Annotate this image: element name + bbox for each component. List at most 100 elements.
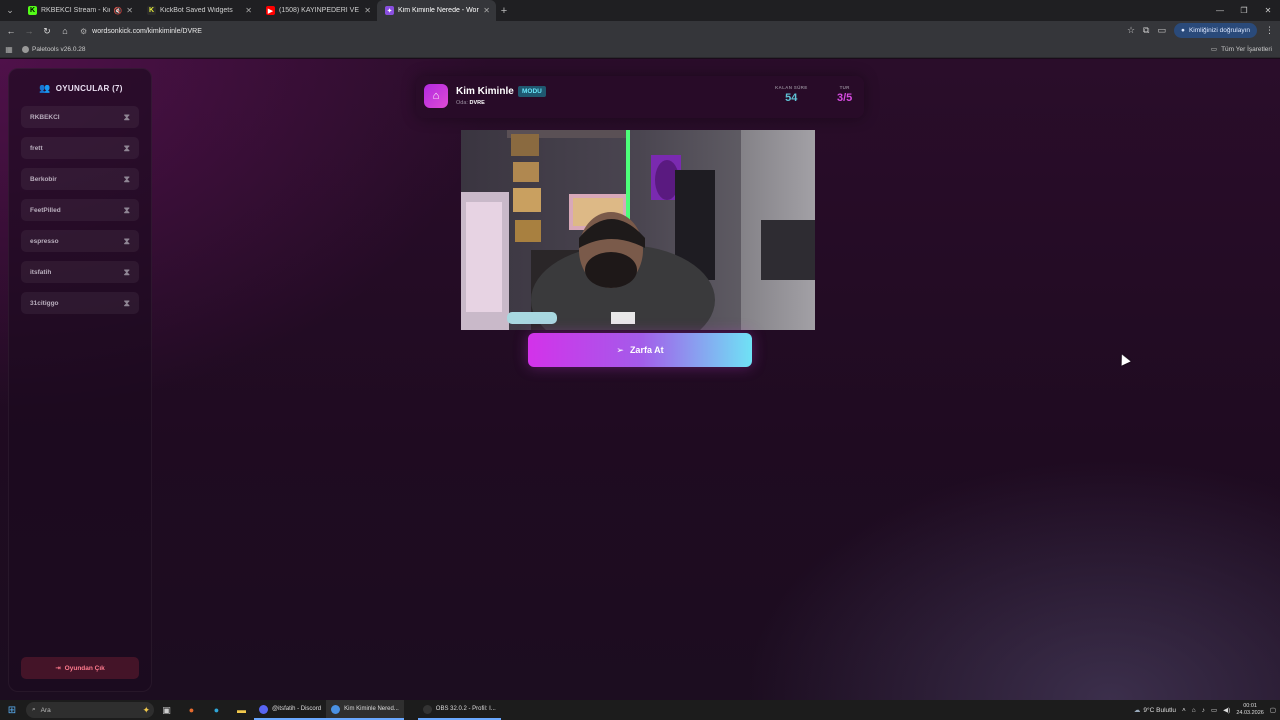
display-icon[interactable]: ▭ (1211, 706, 1217, 714)
player-row: 31citiggo ⧗ (21, 292, 139, 314)
game-header: ⌂ Kim Kiminle MODU Oda: DVRE KALAN SÜRE … (416, 76, 864, 118)
search-icon: ⌕ (32, 706, 36, 713)
browser-tab[interactable]: K RKBEKCI Stream - Kick Dash 🔇✕ (20, 0, 139, 21)
taskbar-app[interactable]: Kim Kiminle Nered... (326, 700, 404, 720)
browser-tab[interactable]: ✦ Kim Kiminle Nerede - Words O ✕ (377, 0, 496, 21)
room-info: Oda: DVRE (456, 100, 485, 106)
player-name: espresso (30, 237, 59, 245)
tab-close-icon[interactable]: ✕ (245, 6, 252, 15)
send-envelope-button[interactable]: ➢ Zarfa At (528, 333, 752, 367)
tab-search-icon[interactable]: ⌄ (0, 0, 20, 21)
windows-start-icon[interactable]: ⊞ (0, 705, 24, 716)
taskbar-app-label: OBS 32.0.2 - Profil: I... (435, 706, 496, 712)
hourglass-icon: ⧗ (123, 142, 130, 153)
app-icon (331, 704, 341, 714)
player-name: itsfatih (30, 268, 52, 276)
room-code: DVRE (469, 100, 485, 106)
cast-icon[interactable]: ▭ (1157, 25, 1166, 36)
folder-icon: ▭ (1210, 46, 1218, 53)
search-placeholder: Ara (40, 706, 51, 714)
bookmarks-bar: ▦ Paletools v26.0.28 ▭ Tüm Yer İşaretler… (0, 41, 1280, 58)
stat-time-left: KALAN SÜRE 54 (775, 85, 808, 104)
mouse-cursor-icon (1117, 352, 1131, 366)
player-row: frett ⧗ (21, 137, 139, 159)
tab-favicon-icon: K (147, 6, 156, 15)
players-sidebar: 👥 OYUNCULAR (7) RKBEKCI ⧗ frett ⧗ Berkobir ⧗ F… (8, 68, 152, 692)
tab-muted-icon[interactable]: 🔇 (114, 7, 123, 15)
leave-game-button[interactable]: ⇥ Oyundan Çık (21, 657, 139, 679)
taskbar-search[interactable]: ⌕ Ara ✦ (26, 702, 154, 718)
tab-title: Kim Kiminle Nerede - Words O (398, 7, 479, 14)
notifications-icon[interactable]: ▢ (1270, 706, 1276, 714)
restore-icon[interactable]: ❐ (1232, 0, 1256, 21)
firefox-icon[interactable]: ● (179, 705, 204, 715)
bookmark-star-icon[interactable]: ☆ (1127, 25, 1135, 36)
taskbar-app[interactable]: @itsfatih - Discord (254, 700, 327, 720)
task-view-icon[interactable]: ▣ (154, 705, 179, 716)
mic-icon[interactable]: ♪ (1202, 707, 1205, 714)
taskbar-app-label: Kim Kiminle Nered... (344, 706, 399, 712)
stat-value: 3/5 (837, 92, 853, 104)
forward-icon[interactable]: → (20, 26, 38, 36)
taskbar-apps: @itsfatih - Discord Kim Kiminle Nered... O… (254, 700, 501, 720)
cloud-icon: ☁ (1133, 707, 1141, 714)
search-highlight-icon: ✦ (142, 704, 150, 715)
mode-badge: MODU (518, 86, 546, 97)
site-info-icon[interactable]: ⚙ (80, 27, 87, 36)
game-logo-icon: ⌂ (424, 84, 448, 108)
close-window-icon[interactable]: ✕ (1256, 0, 1280, 21)
player-name: RKBEKCI (30, 113, 60, 121)
browser-tab[interactable]: ▶ (1508) KAYINPEDERİ VE KOCAS ✕ (258, 0, 377, 21)
player-row: RKBEKCI ⧗ (21, 106, 139, 128)
all-bookmarks-label: Tüm Yer İşaretleri (1221, 45, 1272, 53)
page-content: 👥 OYUNCULAR (7) RKBEKCI ⧗ frett ⧗ Berkobir ⧗ F… (0, 59, 1280, 700)
new-tab-icon[interactable]: + (496, 5, 512, 17)
back-icon[interactable]: ← (2, 26, 20, 36)
hourglass-icon: ⧗ (123, 297, 130, 308)
hourglass-icon: ⧗ (123, 235, 130, 246)
browser-tab-strip: ⌄ KRKBEKCI Stream - Kick Dash🔇✕ K KickBot … (0, 0, 1280, 21)
bookmark-label: Paletools v26.0.28 (32, 45, 86, 53)
webcam-image (461, 130, 815, 330)
clock-date: 24.03.2026 (1236, 710, 1264, 716)
player-row: FeetPilled ⧗ (21, 199, 139, 221)
reload-icon[interactable]: ↻ (38, 26, 56, 37)
window-controls: — ❐ ✕ (1208, 0, 1280, 21)
tab-close-icon[interactable]: ✕ (126, 6, 133, 15)
tab-close-icon[interactable]: ✕ (364, 6, 371, 15)
clock[interactable]: 00:01 24.03.2026 (1236, 703, 1264, 717)
hourglass-icon: ⧗ (123, 173, 130, 184)
hourglass-icon: ⧗ (123, 204, 130, 215)
player-row: espresso ⧗ (21, 230, 139, 252)
tab-title: KickBot Saved Widgets (160, 7, 233, 14)
players-heading: 👥 OYUNCULAR (7) (9, 83, 153, 94)
file-explorer-icon[interactable]: ▬ (229, 705, 254, 715)
network-icon[interactable]: ⌂ (1192, 707, 1196, 714)
tab-close-icon[interactable]: ✕ (483, 6, 490, 15)
edge-icon[interactable]: ● (204, 705, 229, 715)
extensions-icon[interactable]: ⧉ (1143, 25, 1149, 36)
menu-kebab-icon[interactable]: ⋮ (1265, 25, 1274, 36)
hourglass-icon: ⧗ (123, 266, 130, 277)
hourglass-icon: ⧗ (123, 111, 130, 122)
profile-verify-button[interactable]: ● Kimliğinizi doğrulayın (1174, 23, 1257, 38)
users-icon: 👥 (39, 83, 51, 93)
players-title: OYUNCULAR (7) (55, 84, 123, 93)
player-name: 31citiggo (30, 299, 59, 307)
weather-widget[interactable]: ☁ 9°C Bulutlu (1133, 706, 1176, 715)
tab-favicon-icon: ▶ (266, 6, 275, 15)
app-icon (422, 704, 432, 714)
all-bookmarks-button[interactable]: ▭ Tüm Yer İşaretleri (1210, 45, 1272, 54)
url-field[interactable]: ⚙ wordsonkick.com/kimkiminle/DVRE (80, 27, 1100, 36)
minimize-icon[interactable]: — (1208, 0, 1232, 21)
bookmark-paletools[interactable]: Paletools v26.0.28 (22, 45, 86, 53)
home-icon[interactable]: ⌂ (56, 26, 74, 36)
volume-icon[interactable]: ◀) (1223, 706, 1230, 714)
stat-label: TUR (839, 85, 850, 90)
taskbar-app[interactable]: OBS 32.0.2 - Profil: I... (417, 700, 501, 720)
browser-tab[interactable]: K KickBot Saved Widgets ✕ (139, 0, 258, 21)
tray-chevron-icon[interactable]: ˄ (1182, 707, 1186, 714)
tab-favicon-icon: ✦ (385, 6, 394, 15)
player-name: Berkobir (30, 175, 57, 183)
apps-grid-icon[interactable]: ▦ (0, 45, 18, 54)
